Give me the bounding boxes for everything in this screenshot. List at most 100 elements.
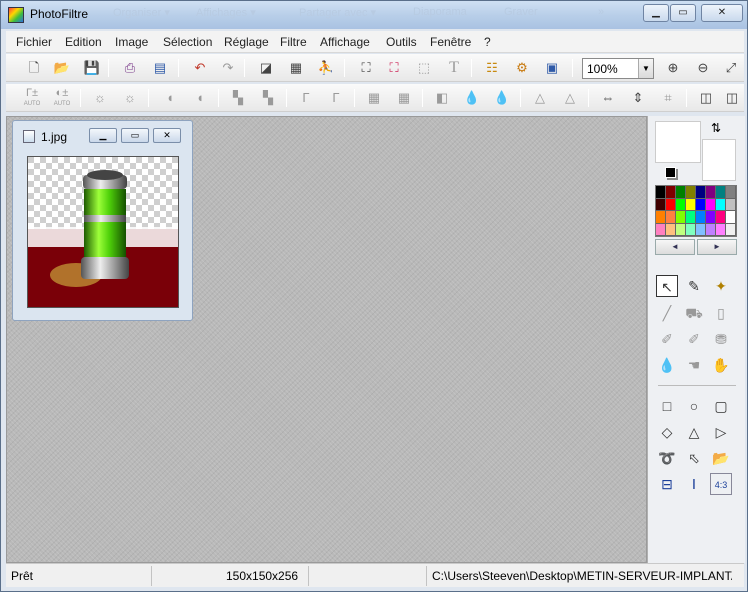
palette-swatch[interactable] [676,198,686,211]
mirror-icon[interactable]: ◧ [432,88,452,108]
doc-maximize-button[interactable]: ▭ [121,128,149,143]
doc-minimize-button[interactable]: ▁ [89,128,117,143]
undo-icon[interactable]: ↶ [190,58,210,78]
grid-icon[interactable]: ▦ [364,88,384,108]
magic-wand-icon[interactable]: ✦ [710,275,732,297]
autopilot-icon[interactable]: ⛹ [316,58,336,78]
chevron-down-icon[interactable]: ▼ [638,59,653,78]
ellipse-icon[interactable]: ○ [683,395,705,417]
palette-swatch[interactable] [726,186,736,199]
palette-swatch[interactable] [716,211,726,224]
palette-prev-button[interactable]: ◄ [655,239,695,255]
image-canvas[interactable] [27,156,179,308]
menu-fenetre[interactable]: Fenêtre [430,35,471,49]
menu-fichier[interactable]: Fichier [16,35,52,49]
foreground-color-swatch[interactable] [655,121,701,163]
rectangle-icon[interactable]: □ [656,395,678,417]
minimize-button[interactable]: ▁ [643,4,669,22]
background-color-swatch[interactable] [702,139,736,181]
brightness-minus-icon[interactable]: ☼ [90,88,110,108]
menu-edition[interactable]: Edition [65,35,102,49]
palette-swatch[interactable] [706,186,716,199]
menu-outils[interactable]: Outils [386,35,417,49]
eyedropper-icon[interactable]: ✎ [683,275,705,297]
gamma-correction-minus-icon[interactable]: Γ [296,88,316,108]
contrast-plus-icon[interactable]: ◖ [190,88,210,108]
bucket-fill-icon[interactable]: ⛟ [683,302,705,324]
menu-reglage[interactable]: Réglage [224,35,269,49]
zoom-in-icon[interactable]: ⊕ [663,58,683,78]
palette-swatch[interactable] [656,186,666,199]
drop-icon[interactable]: 💧 [462,88,482,108]
menu-help[interactable]: ? [484,35,491,49]
palette-swatch[interactable] [716,186,726,199]
blur-drop-icon[interactable]: 💧 [656,354,678,376]
zoom-combobox[interactable]: 100% ▼ [582,58,654,79]
palette-swatch[interactable] [676,223,686,236]
smudge-icon[interactable]: ☚ [683,354,705,376]
polygon-lasso-icon[interactable]: ⬁ [683,447,705,469]
palette-swatch[interactable] [666,223,676,236]
maximize-button[interactable]: ▭ [670,4,696,22]
document-window[interactable]: 1.jpg ▁ ▭ ✕ [12,120,193,321]
triangle-icon[interactable]: △ [683,421,705,443]
palette-swatch[interactable] [666,186,676,199]
menu-selection[interactable]: Sélection [163,35,212,49]
palette-swatch[interactable] [716,198,726,211]
explorer-icon[interactable]: ☷ [482,58,502,78]
palette-swatch[interactable] [726,223,736,236]
palette-swatch[interactable] [666,211,676,224]
rounded-rect-icon[interactable]: ▢ [710,395,732,417]
plugins-gear-icon[interactable]: ⚙ [512,58,532,78]
flip-vertical-icon[interactable]: ⇕ [628,88,648,108]
close-button[interactable]: ✕ [701,4,743,22]
flip-horizontal-icon[interactable]: ⇔ [598,88,618,108]
text-tool-icon[interactable]: T [444,58,464,78]
palette-swatch[interactable] [656,223,666,236]
gamma-plus-icon[interactable]: ◐± AUTO [52,88,72,108]
image-size-icon[interactable]: ⛶ [356,58,376,78]
fit-window-icon[interactable]: ⤢ [721,58,741,78]
right-triangle-icon[interactable]: ▷ [710,421,732,443]
ratio-4-3-icon[interactable]: 4:3 [710,473,732,495]
gamma-correction-plus-icon[interactable]: Γ [326,88,346,108]
gamma-minus-icon[interactable]: Γ± AUTO [22,88,42,108]
menu-filtre[interactable]: Filtre [280,35,307,49]
doc-close-button[interactable]: ✕ [153,128,181,143]
palette-swatch[interactable] [656,211,666,224]
advanced-brush-icon[interactable]: ✐ [683,328,705,350]
rotate-right-icon[interactable]: ◫ [722,88,742,108]
palette-swatch[interactable] [706,211,716,224]
open-selection-icon[interactable]: 📂 [710,447,732,469]
swap-colors-icon[interactable]: ⇅ [711,121,721,135]
menu-image[interactable]: Image [115,35,148,49]
save-icon[interactable]: 💾 [82,58,102,78]
new-document-icon[interactable]: 🗋 [24,58,44,78]
brush-icon[interactable]: ✐ [656,328,678,350]
palette-swatch[interactable] [686,186,696,199]
palette-swatch[interactable] [676,186,686,199]
lasso-icon[interactable]: ➰ [656,447,678,469]
palette-swatch[interactable] [696,211,706,224]
selection-arrow-icon[interactable]: ↖ [656,275,678,297]
palette-swatch[interactable] [726,211,736,224]
mosaic-icon[interactable]: ▦ [394,88,414,108]
line-icon[interactable]: ╱ [656,302,678,324]
palette-next-button[interactable]: ► [697,239,737,255]
title-bar[interactable]: Organiser ▾ Affichages ▾ Partager avec ▾… [1,1,747,29]
palette-swatch[interactable] [716,223,726,236]
zoom-out-icon[interactable]: ⊖ [693,58,713,78]
sharpen-icon[interactable]: △ [530,88,550,108]
diamond-icon[interactable]: ◇ [656,421,678,443]
menu-affichage[interactable]: Affichage [320,35,370,49]
palette-swatch[interactable] [706,198,716,211]
palette-swatch[interactable] [696,198,706,211]
contrast-minus-icon[interactable]: ◖ [160,88,180,108]
print-icon[interactable]: ⎙ [120,58,140,78]
color-palette[interactable] [655,185,737,237]
palette-swatch[interactable] [666,198,676,211]
reset-colors-icon[interactable] [665,167,676,178]
palette-swatch[interactable] [706,223,716,236]
rotate-left-icon[interactable]: ◫ [696,88,716,108]
align-horizontal-icon[interactable]: ⊟ [656,473,678,495]
